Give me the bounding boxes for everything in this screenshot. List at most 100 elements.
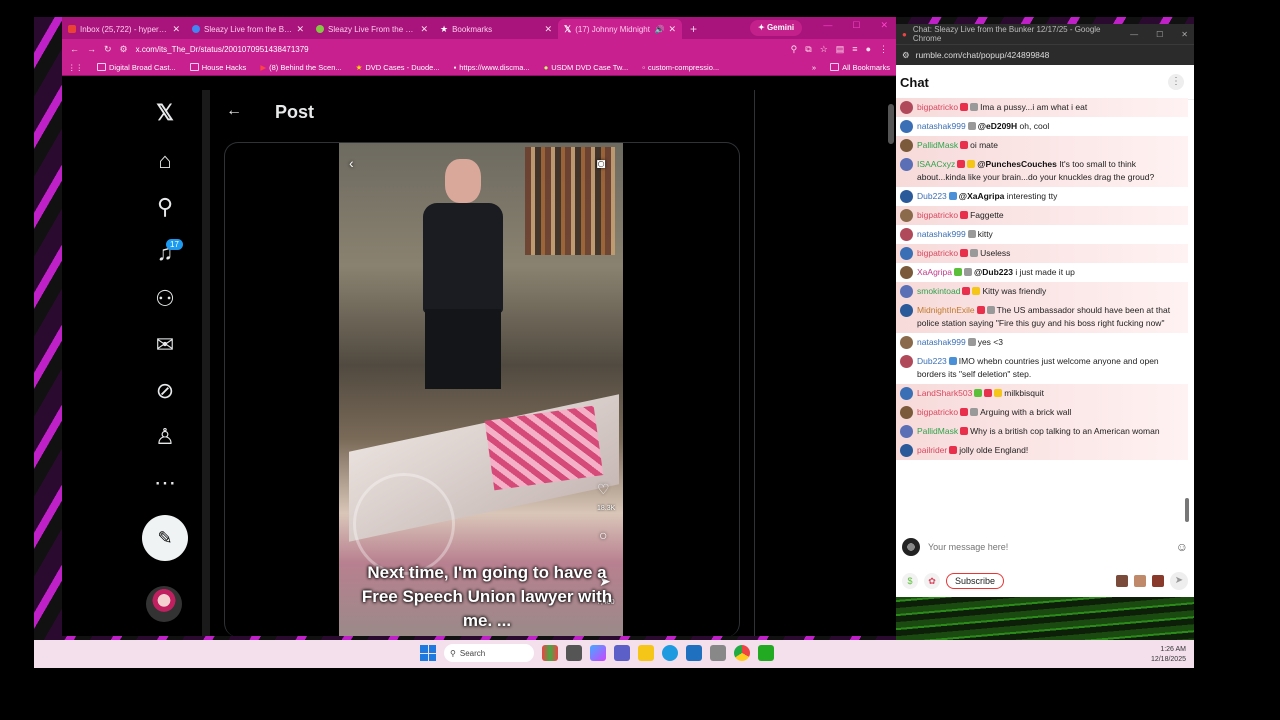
chat-avatar[interactable] — [900, 336, 913, 349]
site-info-icon[interactable]: ⚙ — [902, 50, 910, 61]
chat-scrollbar[interactable] — [1184, 98, 1190, 532]
chat-username[interactable]: bigpatricko — [917, 210, 958, 220]
share-icon[interactable]: ⧉ — [805, 44, 811, 55]
store-icon[interactable] — [686, 645, 702, 661]
bookmark-item[interactable]: ▫ custom-compressio... — [642, 63, 719, 72]
chat-username[interactable]: smokintoad — [917, 286, 960, 296]
chat-avatar[interactable] — [900, 387, 913, 400]
url-field[interactable]: x.com/its_The_Dr/status/2001070951438471… — [136, 45, 783, 54]
profile-icon[interactable]: ● — [866, 44, 871, 54]
all-bookmarks[interactable]: All Bookmarks — [830, 63, 890, 72]
bookmark-item[interactable]: Digital Broad Cast... — [97, 63, 176, 72]
app-icon[interactable] — [710, 645, 726, 661]
back-arrow-icon[interactable]: ← — [226, 102, 242, 120]
subscribe-button[interactable]: Subscribe — [946, 573, 1005, 589]
rant-icon[interactable]: $ — [902, 573, 918, 589]
gemini-button[interactable]: ✦ Gemini — [750, 20, 803, 36]
tab-sleazy-1[interactable]: Sleazy Live from the Bunk ✕ — [186, 19, 310, 39]
bookmark-item[interactable]: ▪ https://www.discma... — [454, 63, 530, 72]
chevron-left-icon[interactable]: ‹ — [349, 155, 354, 171]
file-explorer-icon[interactable] — [638, 645, 654, 661]
heart-icon[interactable]: ♡ — [597, 481, 610, 498]
close-window-button[interactable]: ✕ — [1181, 30, 1188, 39]
chat-username[interactable]: Dub223 — [917, 356, 947, 366]
chat-username[interactable]: bigpatricko — [917, 102, 958, 112]
chat-username[interactable]: pailrider — [917, 445, 947, 455]
menu-icon[interactable]: ⋮ — [879, 44, 888, 55]
emote-icon[interactable] — [1134, 575, 1146, 587]
reading-list-icon[interactable]: ▤ — [836, 44, 845, 55]
chat-menu-icon[interactable]: ⋮ — [1168, 74, 1184, 90]
compose-post-button[interactable]: ✎ — [142, 515, 188, 561]
avatar[interactable] — [146, 586, 182, 622]
forward-icon[interactable]: → — [87, 44, 96, 54]
windows-start-icon[interactable] — [420, 645, 436, 661]
edge-icon[interactable] — [662, 645, 678, 661]
chat-avatar[interactable] — [900, 101, 913, 114]
task-view-icon[interactable] — [566, 645, 582, 661]
chat-avatar[interactable] — [900, 285, 913, 298]
chat-username[interactable]: ISAACxyz — [917, 159, 955, 169]
url-field[interactable]: rumble.com/chat/popup/424899848 — [916, 50, 1050, 60]
chat-mention[interactable]: @Dub223 — [974, 267, 1013, 277]
chat-avatar[interactable] — [900, 266, 913, 279]
chat-avatar[interactable] — [900, 190, 913, 203]
tab-inbox[interactable]: Inbox (25,722) - hyperesp ✕ — [62, 19, 186, 39]
close-icon[interactable]: ✕ — [172, 24, 180, 35]
copilot-icon[interactable] — [590, 645, 606, 661]
chat-avatar[interactable] — [900, 406, 913, 419]
tab-sleazy-2[interactable]: Sleazy Live From the Bunk ✕ — [310, 19, 434, 39]
tab-bookmarks[interactable]: ★ Bookmarks ✕ — [434, 19, 558, 39]
chat-username[interactable]: XaAgripa — [917, 267, 952, 277]
chat-username[interactable]: MidnightInExile — [917, 305, 975, 315]
gift-icon[interactable]: ✿ — [924, 573, 940, 589]
reload-icon[interactable]: ↻ — [104, 44, 112, 55]
chat-username[interactable]: bigpatricko — [917, 407, 958, 417]
send-icon[interactable]: ➤ — [1170, 572, 1188, 590]
chat-avatar[interactable] — [900, 139, 913, 152]
taskbar-search[interactable]: ⚲ Search — [444, 644, 534, 662]
widgets-icon[interactable] — [542, 645, 558, 661]
chat-mention[interactable]: @XaAgripa — [959, 191, 1005, 201]
camera-icon[interactable]: ◙ — [597, 155, 605, 171]
teams-icon[interactable] — [614, 645, 630, 661]
close-icon[interactable]: ✕ — [296, 24, 304, 35]
chat-avatar[interactable] — [900, 304, 913, 317]
grok-icon[interactable]: ⊘ — [152, 378, 178, 404]
new-tab-button[interactable]: + — [682, 19, 705, 39]
chat-username[interactable]: natashak999 — [917, 337, 966, 347]
close-icon[interactable]: ✕ — [668, 24, 676, 35]
chat-avatar[interactable] — [900, 355, 913, 368]
chat-avatar[interactable] — [900, 228, 913, 241]
chat-username[interactable]: bigpatricko — [917, 248, 958, 258]
more-bookmarks-icon[interactable]: » — [812, 63, 816, 72]
chrome-icon[interactable] — [734, 645, 750, 661]
back-icon[interactable]: ← — [70, 44, 79, 54]
zoom-icon[interactable]: ⚲ — [791, 44, 798, 55]
bookmark-star-icon[interactable]: ☆ — [820, 44, 828, 55]
tab-x-post[interactable]: 𝕏 (17) Johnny Midnight 🔊 ✕ — [558, 19, 682, 39]
home-icon[interactable]: ⌂ — [152, 148, 178, 174]
chat-username[interactable]: Dub223 — [917, 191, 947, 201]
chat-username[interactable]: PallidMask — [917, 426, 958, 436]
post-media[interactable]: ‹ ◙ ♡ 18.3K ○ ➤ 7,460 Next time, I'm goi… — [224, 142, 740, 636]
mail-icon[interactable]: ✉ — [152, 332, 178, 358]
sidebar-scrollbar[interactable] — [202, 90, 210, 636]
chat-username[interactable]: LandShark503 — [917, 388, 972, 398]
minimize-button[interactable]: — — [823, 20, 832, 31]
bookmark-item[interactable]: ▶ (8) Behind the Scen... — [260, 63, 341, 72]
maximize-button[interactable]: ☐ — [1156, 30, 1163, 39]
chat-avatar[interactable] — [900, 444, 913, 457]
chat-mention[interactable]: @PunchesCouches — [977, 159, 1057, 169]
chat-avatar[interactable] — [900, 120, 913, 133]
maximize-button[interactable]: ☐ — [852, 20, 860, 31]
chat-username[interactable]: natashak999 — [917, 229, 966, 239]
speaker-icon[interactable]: 🔊 — [654, 25, 664, 34]
minimize-button[interactable]: — — [1130, 30, 1138, 39]
emote-icon[interactable] — [1152, 575, 1164, 587]
comment-icon[interactable]: ○ — [599, 527, 607, 543]
chat-avatar[interactable] — [900, 247, 913, 260]
bookmark-item[interactable]: ★ DVD Cases - Duode... — [356, 63, 440, 72]
extensions-icon[interactable]: ≡ — [852, 44, 857, 54]
chat-avatar[interactable] — [900, 425, 913, 438]
